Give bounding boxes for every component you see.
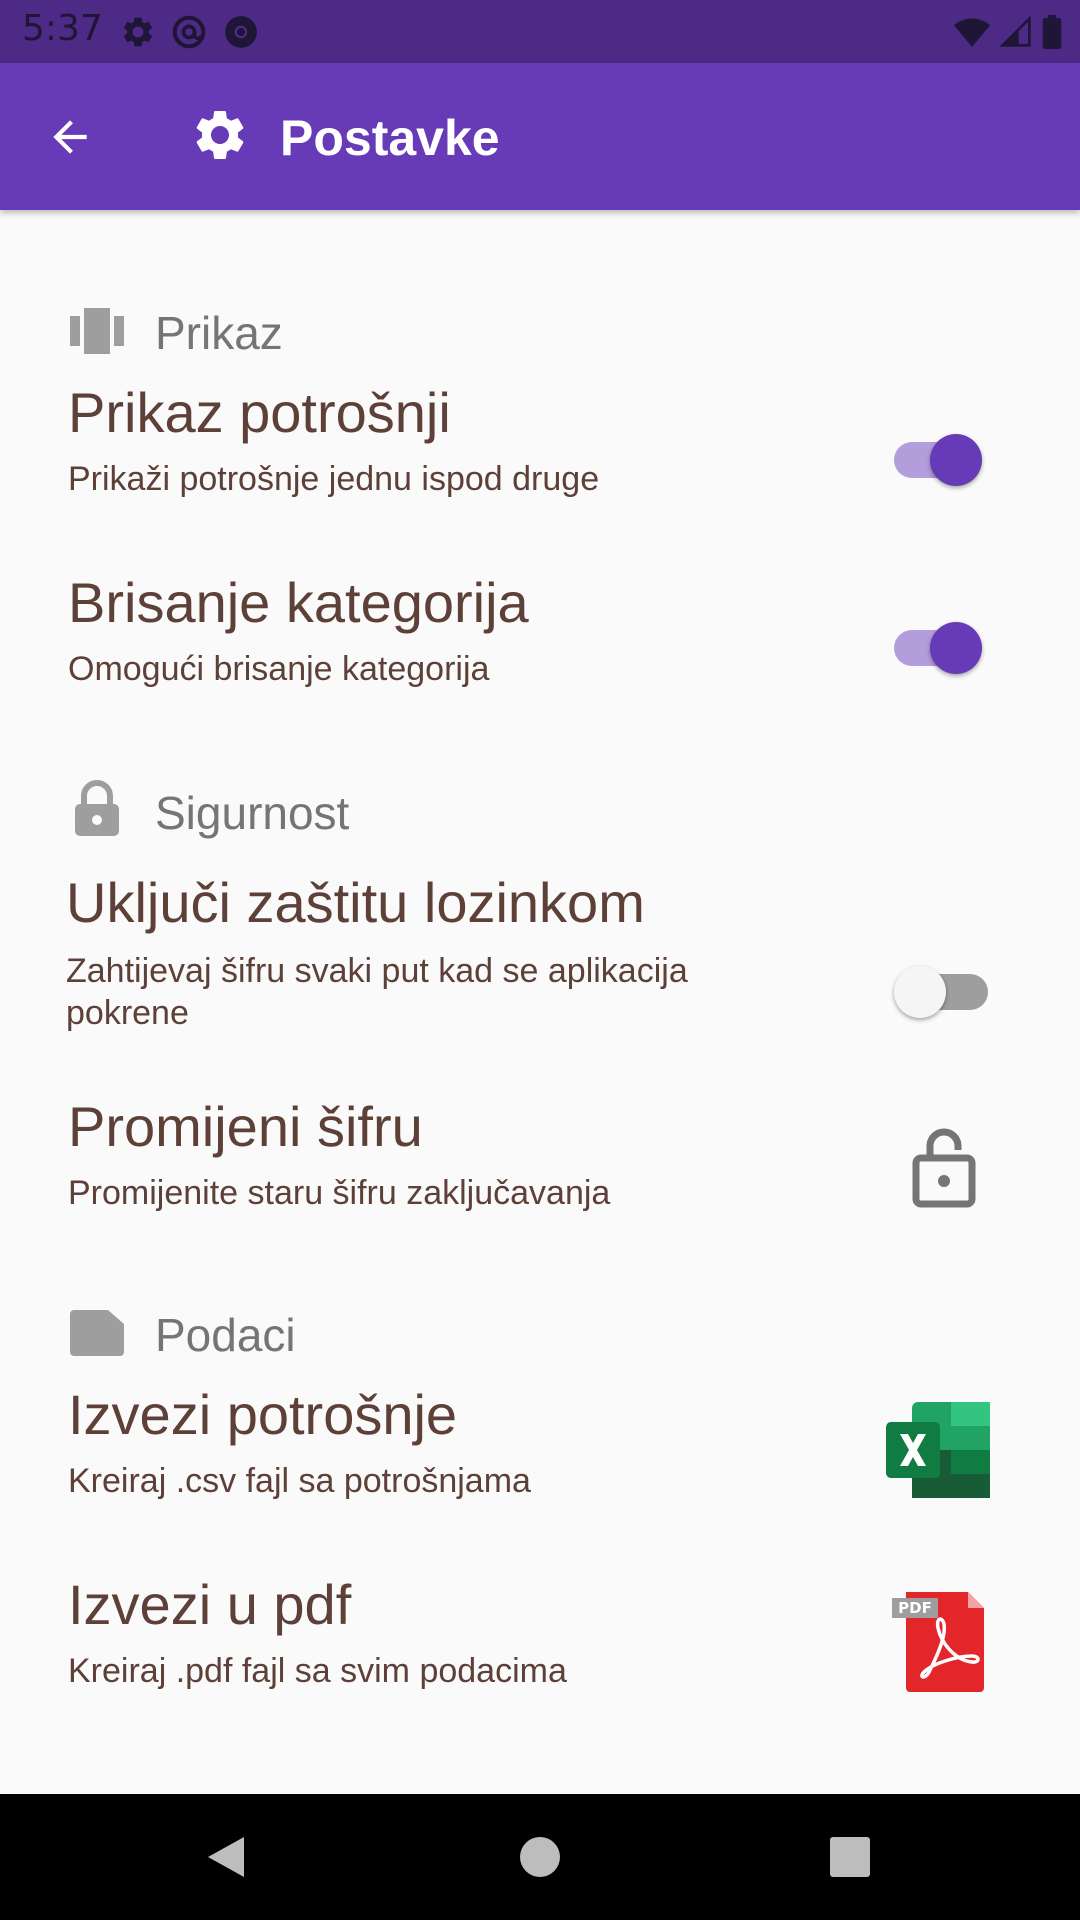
pref-zastita-lozinkom[interactable]: Uključi zaštitu lozinkom Zahtijevaj šifr…: [0, 870, 1080, 1050]
pref-prikaz-potrosnji[interactable]: Prikaz potrošnji Prikaži potrošnje jednu…: [0, 380, 1080, 530]
at-sign-notification-icon: [172, 15, 206, 49]
status-icons-right: [954, 12, 1062, 52]
brisanje-kategorija-switch[interactable]: [886, 614, 986, 674]
switch-thumb: [894, 966, 946, 1018]
pref-summary: Omogući brisanje kategorija: [68, 650, 490, 688]
category-header-prikaz: Prikaz: [0, 290, 1080, 370]
settings-notification-icon: [123, 17, 153, 47]
square-recents-icon: [830, 1837, 870, 1877]
category-header-sigurnost: Sigurnost: [0, 770, 1080, 850]
switch-thumb: [930, 434, 982, 486]
page-title: Postavke: [280, 110, 500, 166]
pref-brisanje-kategorija[interactable]: Brisanje kategorija Omogući brisanje kat…: [0, 570, 1080, 720]
prikaz-potrosnji-switch[interactable]: [886, 426, 986, 486]
nav-home-button[interactable]: [510, 1827, 570, 1887]
zastita-lozinkom-switch[interactable]: [894, 958, 994, 1018]
battery-icon: [1042, 15, 1062, 49]
pref-summary: Promijenite staru šifru zaključavanja: [68, 1174, 611, 1212]
pref-promijeni-sifru[interactable]: Promijeni šifru Promijenite staru šifru …: [0, 1094, 1080, 1244]
excel-icon: [886, 1402, 990, 1498]
pref-title: Izvezi u pdf: [68, 1573, 352, 1636]
cellular-signal-icon: [1000, 16, 1031, 47]
category-header-podaci: Podaci: [0, 1292, 1080, 1372]
pref-title: Izvezi potrošnje: [68, 1383, 458, 1446]
switch-thumb: [930, 622, 982, 674]
chrome-notification-icon: [225, 16, 257, 48]
app-bar: Postavke: [0, 63, 1080, 210]
pref-summary: Kreiraj .pdf fajl sa svim podacima: [68, 1652, 567, 1690]
status-icons-left: [120, 10, 260, 54]
insert-drive-file-icon: [70, 1310, 124, 1356]
lock-icon: [75, 780, 119, 836]
category-title: Sigurnost: [155, 787, 350, 839]
lock-open-icon: [912, 1128, 976, 1208]
wifi-icon: [954, 18, 990, 47]
pref-title: Prikaz potrošnji: [68, 381, 451, 444]
settings-list: Prikaz Prikaz potrošnji Prikaži potrošnj…: [0, 210, 1080, 1794]
circle-home-icon: [520, 1837, 560, 1877]
pref-title: Brisanje kategorija: [68, 571, 529, 634]
category-title: Podaci: [155, 1309, 296, 1361]
navigation-bar: [0, 1794, 1080, 1920]
pref-title: Uključi zaštitu lozinkom: [66, 871, 645, 934]
triangle-back-icon: [208, 1837, 244, 1877]
pref-izvezi-potrosnje[interactable]: Izvezi potrošnje Kreiraj .csv fajl sa po…: [0, 1382, 1080, 1532]
pref-summary: Kreiraj .csv fajl sa potrošnjama: [68, 1462, 531, 1500]
nav-recents-button[interactable]: [820, 1827, 880, 1887]
view-carousel-icon: [70, 308, 124, 354]
pdf-icon: PDF: [890, 1586, 994, 1694]
pref-summary: Zahtijevaj šifru svaki put kad se aplika…: [66, 952, 688, 1032]
pref-summary: Prikaži potrošnje jednu ispod druge: [68, 460, 600, 498]
pref-izvezi-pdf[interactable]: Izvezi u pdf Kreiraj .pdf fajl sa svim p…: [0, 1572, 1080, 1722]
arrow-back-icon: [53, 120, 87, 154]
category-title: Prikaz: [155, 307, 283, 359]
status-bar: 5:37: [0, 0, 1080, 63]
pdf-badge: PDF: [892, 1598, 938, 1618]
pref-title: Promijeni šifru: [68, 1095, 423, 1158]
status-time: 5:37: [22, 8, 103, 49]
nav-back-button[interactable]: [196, 1827, 256, 1887]
settings-gear-icon: [196, 110, 244, 159]
back-button[interactable]: [40, 107, 100, 167]
